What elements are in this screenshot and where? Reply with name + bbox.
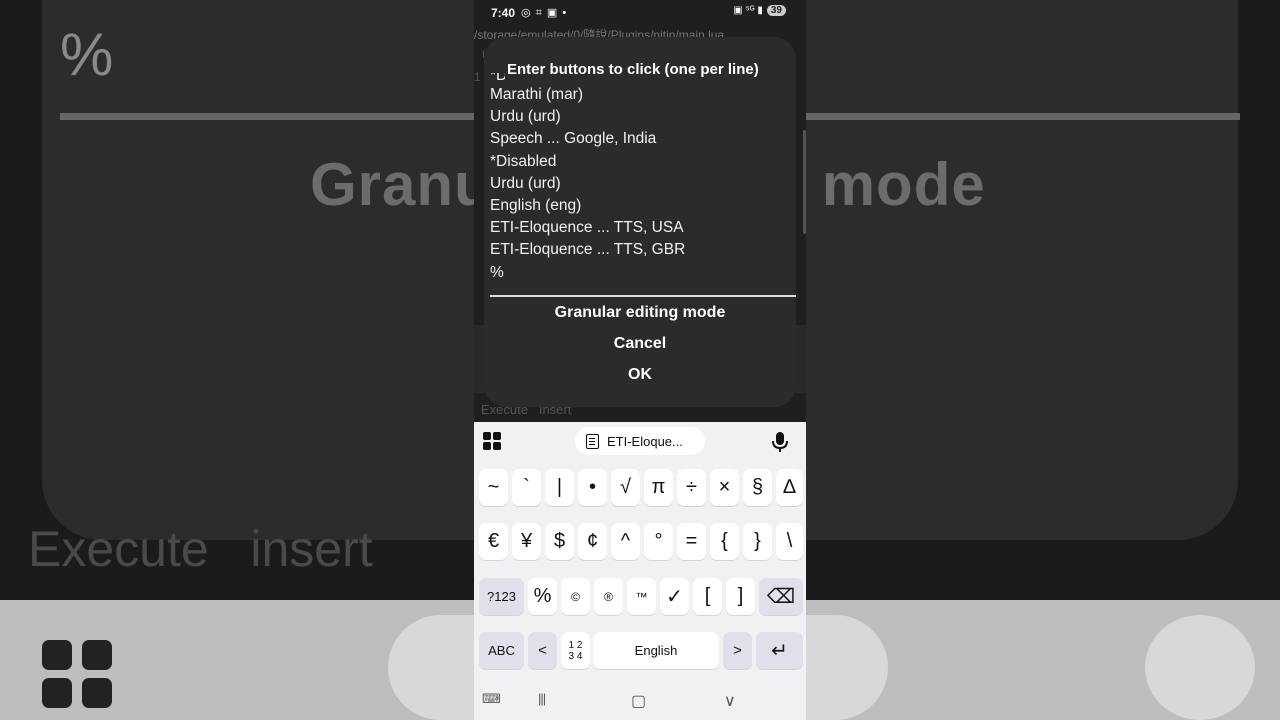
clipboard-icon (586, 433, 599, 449)
cursor-left-key[interactable]: < (528, 632, 557, 669)
key[interactable]: ¢ (578, 523, 607, 560)
enter-icon: ↵ (771, 640, 788, 662)
signal-icons: ▣ ⁵ᴳ ▮ (733, 5, 763, 16)
textarea-line: Urdu (urd) (490, 108, 561, 126)
home-icon[interactable]: ▢ (631, 691, 646, 711)
key[interactable]: © (561, 578, 590, 615)
textarea-line: Marathi (mar) (490, 86, 584, 103)
textarea-line: Speech ... Google, India (490, 130, 657, 148)
abc-key[interactable]: ABC (479, 632, 524, 669)
battery-icon: 39 (766, 5, 786, 16)
background-percent: % (60, 21, 114, 88)
key[interactable]: ™ (627, 578, 656, 615)
phone-screen: 7:40 ◎ ⌗ ▣ • ▣ ⁵ᴳ ▮ 39 /storage/emulated… (474, 0, 806, 720)
clipboard-suggestion[interactable]: ETI-Eloque... (575, 427, 705, 455)
textarea-line: *Disabled (490, 152, 557, 170)
key[interactable]: { (710, 523, 739, 560)
key[interactable]: § (743, 469, 772, 506)
cursor-right-key[interactable]: > (723, 632, 752, 669)
cancel-button[interactable]: Cancel (484, 335, 796, 353)
background-grid-icon (42, 640, 112, 710)
textarea-line: ETI-Eloquence ... TTS, USA (490, 219, 684, 237)
space-key[interactable]: English (593, 632, 719, 669)
key[interactable]: ~ (479, 469, 508, 506)
key[interactable]: ¥ (512, 523, 541, 560)
status-time: 7:40 (491, 6, 516, 20)
keyboard-switch-icon[interactable]: ⌨ (482, 691, 501, 707)
microphone-icon[interactable] (771, 431, 789, 453)
textarea-line: Urdu (urd) (490, 174, 561, 192)
key[interactable]: • (578, 469, 607, 506)
recents-icon[interactable]: ||| (538, 691, 546, 706)
key[interactable]: % (528, 578, 557, 615)
ok-button[interactable]: OK (484, 366, 796, 384)
key[interactable]: ^ (611, 523, 640, 560)
key[interactable]: ° (644, 523, 673, 560)
textarea-underline (490, 295, 796, 297)
scrollbar[interactable] (803, 130, 806, 234)
symbol-keyboard: ETI-Eloque... ~ ` | • √ π ÷ × § ∆ € ¥ $ … (474, 422, 806, 720)
key[interactable]: ∆ (776, 469, 803, 506)
back-icon[interactable]: ∨ (724, 691, 736, 711)
key[interactable]: \ (776, 523, 803, 560)
key[interactable]: } (743, 523, 772, 560)
key[interactable]: ` (512, 469, 541, 506)
key[interactable]: ] (726, 578, 755, 615)
key[interactable]: π (644, 469, 673, 506)
granular-editing-mode-button[interactable]: Granular editing mode (484, 304, 796, 322)
key[interactable]: = (677, 523, 706, 560)
key[interactable]: ÷ (677, 469, 706, 506)
clipboard-text: ETI-Eloque... (607, 433, 683, 449)
key[interactable]: $ (545, 523, 574, 560)
key[interactable]: ✓ (660, 578, 689, 615)
key[interactable]: ® (594, 578, 623, 615)
status-notification-icons: ◎ ⌗ ▣ • (521, 7, 568, 19)
background-mic (1145, 615, 1255, 720)
key[interactable]: √ (611, 469, 640, 506)
dialog-title: Enter buttons to click (one per line) (505, 59, 761, 81)
navigation-bar: ⌨ ||| ▢ ∨ (474, 684, 806, 720)
key[interactable]: × (710, 469, 739, 506)
key[interactable]: [ (693, 578, 722, 615)
backspace-key[interactable]: ⌫ (759, 578, 803, 615)
buttons-textarea[interactable]: *Disabled Marathi (mar) Urdu (urd) Speec… (490, 73, 790, 284)
textarea-line: % (490, 263, 504, 281)
textarea-line: English (eng) (490, 196, 582, 214)
background-execute: Execute insert (28, 521, 373, 577)
enter-key[interactable]: ↵ (756, 632, 803, 669)
backspace-icon: ⌫ (766, 586, 796, 608)
status-system-icons: ▣ ⁵ᴳ ▮ 39 (733, 5, 786, 16)
status-bar: 7:40 ◎ ⌗ ▣ • ▣ ⁵ᴳ ▮ 39 (474, 0, 806, 26)
app-line: 1 (474, 70, 481, 84)
textarea-line: ETI-Eloquence ... TTS, GBR (490, 241, 686, 259)
symbols-page-key[interactable]: ?123 (479, 578, 524, 615)
apps-grid-icon[interactable] (483, 432, 503, 452)
keyboard-toolbar: ETI-Eloque... (474, 422, 806, 462)
key[interactable]: | (545, 469, 574, 506)
key[interactable]: € (479, 523, 508, 560)
numpad-key[interactable]: 1 2 3 4 (561, 632, 590, 669)
buttons-dialog: *Disabled Marathi (mar) Urdu (urd) Speec… (484, 37, 796, 407)
